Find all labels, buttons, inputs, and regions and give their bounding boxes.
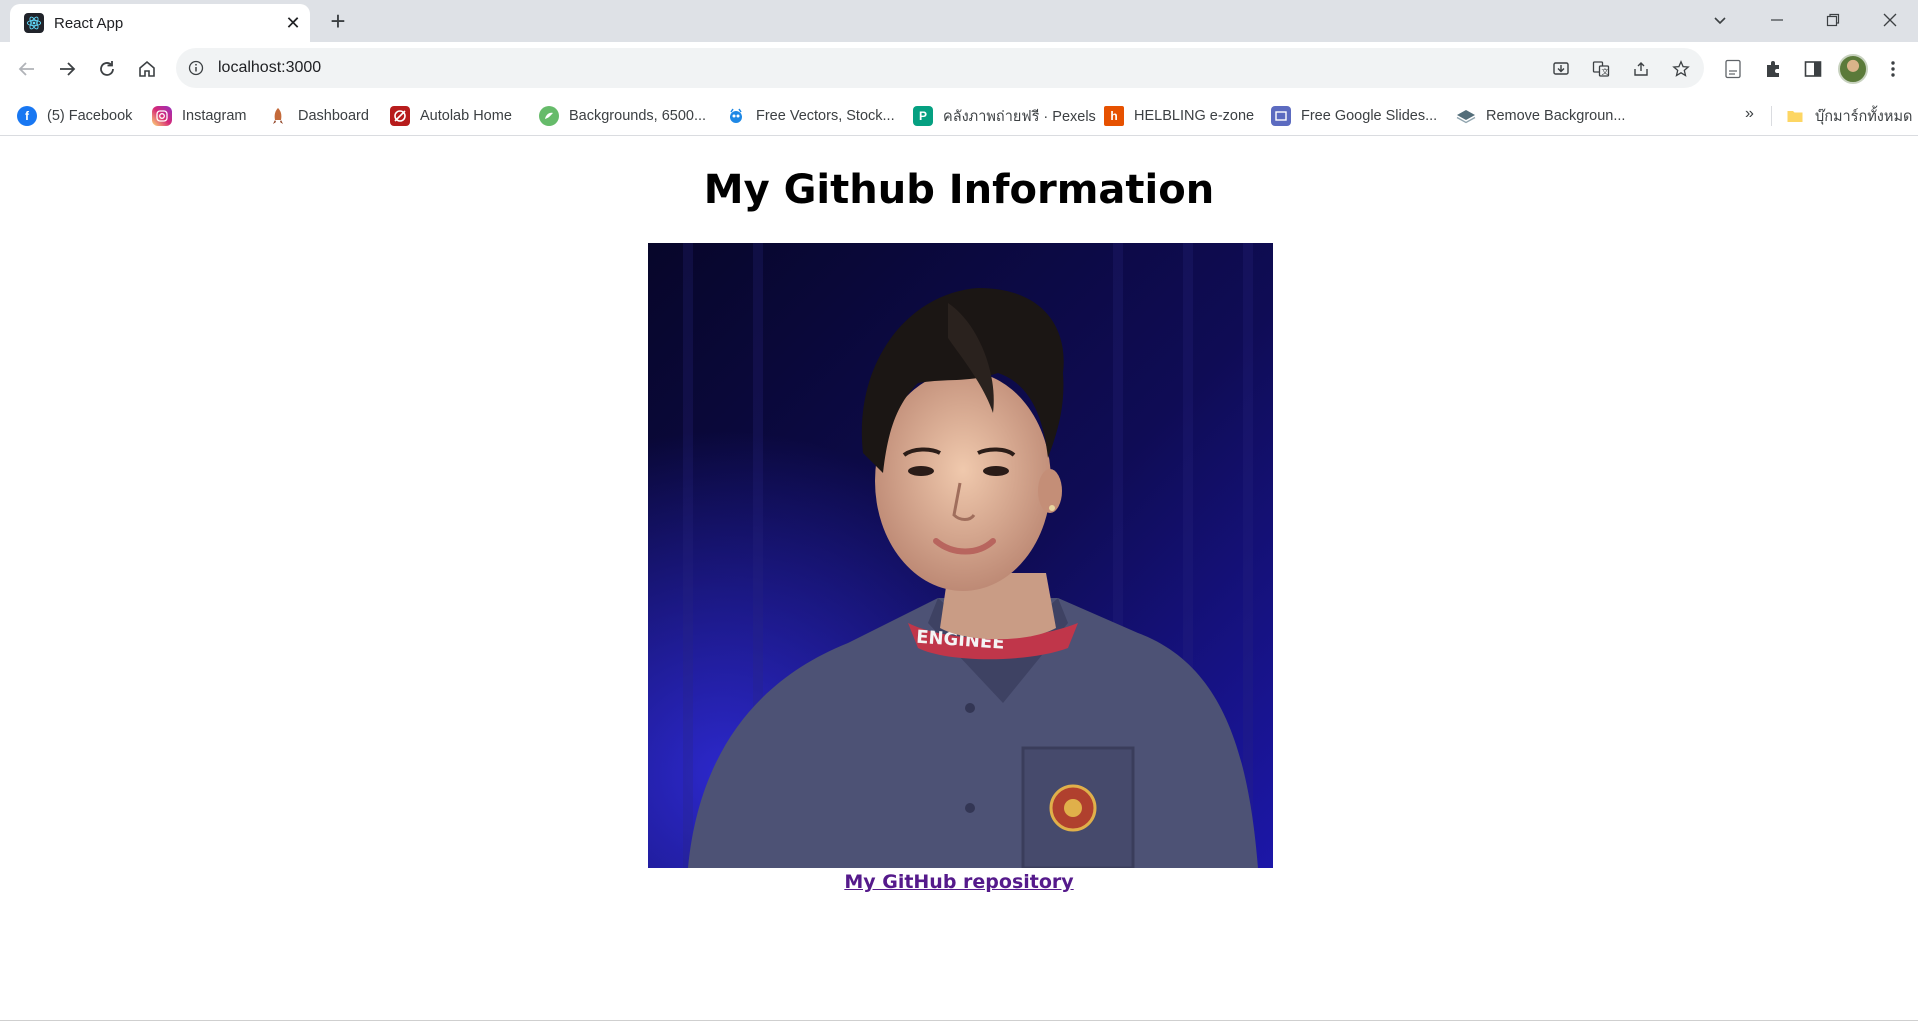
bookmark-google-slides[interactable]: Free Google Slides... [1271, 105, 1437, 127]
bookmark-star-icon[interactable] [1670, 58, 1692, 80]
bookmark-free-vectors[interactable]: Free Vectors, Stock... [726, 105, 895, 127]
page-title: My Github Information [703, 167, 1215, 213]
reload-button[interactable] [92, 54, 122, 84]
pexels-icon: P [913, 106, 933, 126]
bookmark-instagram[interactable]: Instagram [152, 105, 246, 127]
profile-photo: ENGINEE [648, 243, 1273, 868]
bookmark-helbling[interactable]: h HELBLING e-zone [1104, 105, 1254, 127]
browser-tab[interactable]: React App ✕ [10, 4, 310, 42]
bookmark-label: Autolab Home [420, 108, 512, 124]
forward-button[interactable] [52, 54, 82, 84]
autolab-icon [390, 106, 410, 126]
close-window-button[interactable] [1870, 6, 1910, 34]
url-text: localhost:3000 [218, 59, 322, 76]
side-panel-icon[interactable] [1800, 56, 1826, 82]
minimize-button[interactable] [1757, 6, 1797, 34]
address-bar[interactable]: localhost:3000 文 [176, 48, 1704, 88]
bookmark-label: Dashboard [298, 108, 369, 124]
vector-icon [726, 106, 746, 126]
folder-icon [1785, 106, 1805, 126]
bookmark-label: คลังภาพถ่ายฟรี · Pexels [943, 108, 1096, 125]
tab-search-icon[interactable] [1700, 6, 1740, 34]
page-content: My Github Information ENGINEE My GitHub … [0, 137, 1918, 1021]
reading-list-icon[interactable] [1720, 56, 1746, 82]
menu-dots-icon[interactable] [1880, 56, 1906, 82]
bookmark-label: HELBLING e-zone [1134, 108, 1255, 124]
tab-strip: React App ✕ + [0, 0, 1918, 42]
github-repository-link[interactable]: My GitHub repository [0, 871, 1918, 893]
bookmark-remove-background[interactable]: Remove Backgroun... [1456, 105, 1625, 127]
svg-text:文: 文 [1602, 67, 1609, 76]
back-button[interactable] [12, 54, 42, 84]
react-icon [24, 13, 44, 33]
home-button[interactable] [132, 54, 162, 84]
site-info-icon[interactable] [186, 58, 206, 78]
bookmarks-bar: f (5) Facebook Instagram Dashboard Autol… [0, 96, 1918, 136]
extensions-icon[interactable] [1760, 56, 1786, 82]
bookmark-label: Free Vectors, Stock... [756, 108, 895, 124]
layers-icon [1456, 106, 1476, 126]
bookmark-label: Instagram [182, 108, 247, 124]
close-tab-icon[interactable]: ✕ [282, 12, 304, 34]
bookmark-facebook[interactable]: f (5) Facebook [17, 105, 132, 127]
helbling-icon: h [1104, 106, 1124, 126]
bookmark-dashboard[interactable]: Dashboard [268, 105, 369, 127]
tab-title: React App [54, 15, 124, 32]
bookmark-autolab[interactable]: Autolab Home [390, 105, 512, 127]
slides-icon [1271, 106, 1291, 126]
rocket-icon [268, 106, 288, 126]
restore-button[interactable] [1813, 6, 1853, 34]
all-bookmarks-folder[interactable]: บุ๊กมาร์กทั้งหมด [1785, 105, 1912, 127]
backgrounds-icon [539, 106, 559, 126]
translate-icon[interactable]: 文 [1590, 58, 1612, 80]
bookmark-label: Free Google Slides... [1301, 108, 1438, 124]
install-app-icon[interactable] [1550, 58, 1572, 80]
bookmark-label: (5) Facebook [47, 108, 133, 124]
bookmarks-separator [1771, 106, 1772, 126]
bookmark-label: บุ๊กมาร์กทั้งหมด [1815, 108, 1913, 125]
instagram-icon [152, 106, 172, 126]
bookmark-label: Remove Backgroun... [1486, 108, 1626, 124]
bookmark-label: Backgrounds, 6500... [569, 108, 707, 124]
bookmark-backgrounds[interactable]: Backgrounds, 6500... [539, 105, 706, 127]
new-tab-button[interactable]: + [324, 8, 352, 36]
facebook-icon: f [17, 106, 37, 126]
bookmarks-overflow-button[interactable]: » [1745, 105, 1754, 123]
profile-avatar[interactable] [1838, 54, 1868, 84]
browser-toolbar: localhost:3000 文 [0, 42, 1918, 96]
bookmark-pexels[interactable]: P คลังภาพถ่ายฟรี · Pexels [913, 105, 1096, 127]
share-icon[interactable] [1630, 58, 1652, 80]
